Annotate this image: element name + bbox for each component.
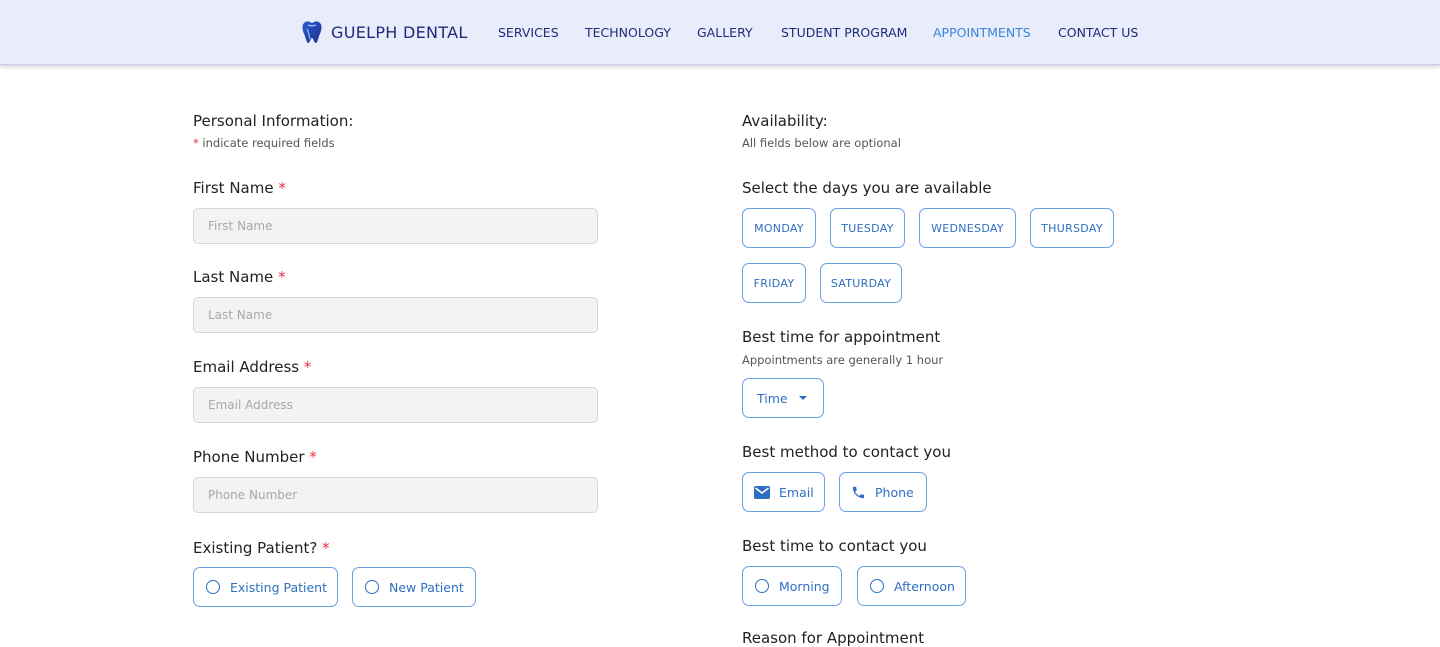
reason-label: Reason for Appointment (742, 629, 925, 647)
nav-link-services[interactable]: SERVICES (498, 25, 559, 40)
required-star: * (193, 136, 199, 150)
brand-logo[interactable]: GUELPH DENTAL (301, 20, 468, 44)
nav-link-contact-us[interactable]: CONTACT US (1058, 25, 1138, 40)
required-star: * (303, 358, 312, 376)
days-label: Select the days you are available (742, 179, 992, 197)
existing-patient-label-text: Existing Patient? (193, 539, 318, 557)
first-name-label-text: First Name (193, 179, 274, 197)
day-chip-friday[interactable]: FRIDAY (742, 263, 806, 303)
required-star: * (309, 448, 317, 466)
day-chip-tuesday[interactable]: TUESDAY (830, 208, 905, 248)
existing-patient-radio-label: Existing Patient (230, 579, 328, 595)
new-patient-radio-label: New Patient (389, 579, 464, 595)
contact-method-label: Best method to contact you (742, 443, 951, 461)
contact-method-email-label: Email (779, 484, 814, 500)
day-chip-saturday[interactable]: SATURDAY (820, 263, 902, 303)
first-name-input[interactable] (193, 208, 598, 244)
time-select-value: Time (757, 390, 788, 406)
mail-icon (754, 485, 770, 499)
contact-method-phone-button[interactable]: Phone (839, 472, 927, 512)
contact-time-afternoon-label: Afternoon (894, 578, 955, 594)
email-label-text: Email Address (193, 358, 300, 376)
new-patient-radio[interactable]: New Patient (352, 567, 476, 607)
radio-circle-icon (755, 579, 769, 593)
contact-time-morning-label: Morning (779, 578, 830, 594)
day-chip-monday[interactable]: MONDAY (742, 208, 816, 248)
required-note: * indicate required fields (193, 136, 335, 150)
required-star: * (322, 539, 330, 557)
phone-label: Phone Number * (193, 448, 317, 466)
radio-circle-icon (206, 580, 220, 594)
phone-input[interactable] (193, 477, 598, 513)
radio-circle-icon (365, 580, 379, 594)
required-note-text: indicate required fields (202, 136, 335, 150)
top-navbar: GUELPH DENTAL SERVICES TECHNOLOGY GALLER… (0, 0, 1440, 65)
contact-time-afternoon-radio[interactable]: Afternoon (857, 566, 966, 606)
email-label: Email Address * (193, 358, 311, 376)
email-input[interactable] (193, 387, 598, 423)
tooth-icon (302, 21, 322, 43)
radio-circle-icon (870, 579, 884, 593)
best-time-appt-label: Best time for appointment (742, 328, 941, 346)
brand-name: GUELPH DENTAL (331, 22, 468, 42)
last-name-input[interactable] (193, 297, 598, 333)
best-time-appt-note: Appointments are generally 1 hour (742, 353, 944, 367)
contact-time-morning-radio[interactable]: Morning (742, 566, 842, 606)
phone-label-text: Phone Number (193, 448, 305, 466)
nav-link-student-program[interactable]: STUDENT PROGRAM (781, 25, 907, 40)
phone-icon (852, 486, 865, 498)
nav-link-appointments[interactable]: APPOINTMENTS (933, 25, 1031, 40)
contact-time-label: Best time to contact you (742, 537, 927, 555)
time-select[interactable]: Time (742, 378, 824, 418)
contact-method-email-button[interactable]: Email (742, 472, 825, 512)
existing-patient-radio[interactable]: Existing Patient (193, 567, 338, 607)
availability-note: All fields below are optional (742, 136, 901, 150)
required-star: * (278, 179, 286, 197)
day-chip-thursday[interactable]: THURSDAY (1030, 208, 1114, 248)
contact-method-phone-label: Phone (875, 484, 914, 500)
caret-down-icon (798, 396, 807, 400)
nav-link-gallery[interactable]: GALLERY (697, 25, 753, 40)
nav-link-technology[interactable]: TECHNOLOGY (585, 25, 671, 40)
availability-heading: Availability: (742, 112, 828, 130)
day-chip-wednesday[interactable]: WEDNESDAY (919, 208, 1016, 248)
first-name-label: First Name * (193, 179, 286, 197)
existing-patient-label: Existing Patient? * (193, 539, 330, 557)
personal-info-heading: Personal Information: (193, 112, 354, 130)
last-name-label: Last Name * (193, 268, 286, 286)
last-name-label-text: Last Name (193, 268, 274, 286)
required-star: * (278, 268, 286, 286)
